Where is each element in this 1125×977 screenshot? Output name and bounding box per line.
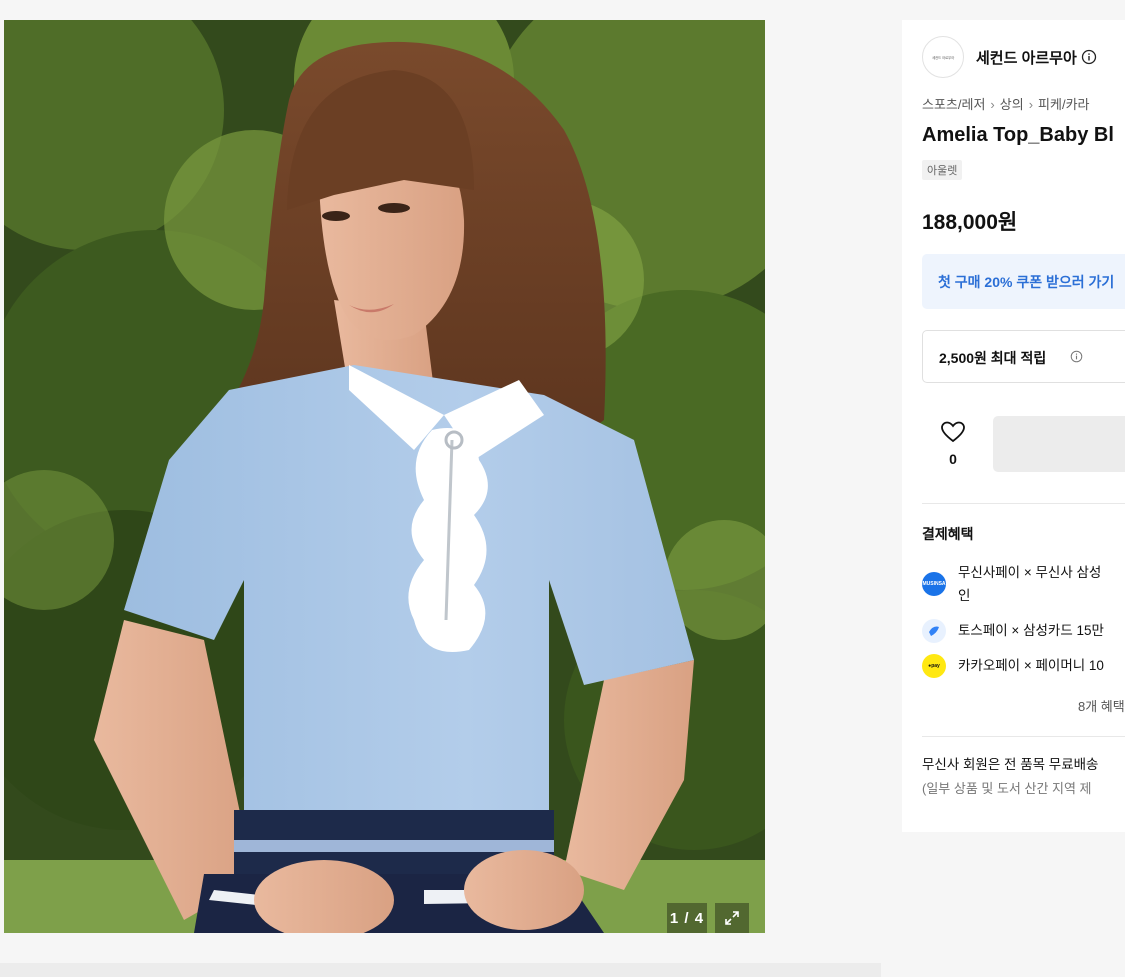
- membership-shipping-text: 무신사 회원은 전 품목 무료배송: [922, 757, 1099, 772]
- points-text: 2,500원 최대 적립: [939, 350, 1047, 366]
- info-icon[interactable]: [1081, 49, 1097, 65]
- benefit-text: 인: [958, 588, 971, 603]
- benefit-item[interactable]: ●pay 카카오페이 × 페이머니 10: [922, 654, 1104, 678]
- divider: [922, 736, 1125, 737]
- buy-button[interactable]: [993, 416, 1125, 472]
- membership-shipping-note: (일부 상품 및 도서 산간 지역 제: [922, 781, 1092, 796]
- first-purchase-coupon-banner[interactable]: 첫 구매 20% 쿠폰 받으러 가기: [922, 254, 1125, 309]
- product-price: 188,000원: [922, 211, 1018, 234]
- brand-logo[interactable]: 세컨드 아르무아: [922, 36, 964, 78]
- benefit-text: 카카오페이 × 페이머니 10: [958, 658, 1104, 673]
- breadcrumb: 스포츠/레저 › 상의 › 피케/카라: [922, 94, 1089, 113]
- kakao-pay-icon: ●pay: [922, 654, 946, 678]
- product-info-panel: 세컨드 아르무아 세컨드 아르무아 스포츠/레저 › 상의 › 피케/카라 Amelia…: [902, 20, 1125, 832]
- breadcrumb-item[interactable]: 상의: [1000, 97, 1024, 112]
- product-photo: [4, 20, 765, 933]
- points-box[interactable]: 2,500원 최대 적립: [922, 330, 1125, 383]
- toss-pay-icon: [922, 619, 946, 643]
- next-section-strip: [0, 963, 881, 977]
- heart-icon: [941, 421, 965, 443]
- like-button[interactable]: 0: [938, 420, 968, 467]
- brand-name[interactable]: 세컨드 아르무아: [976, 47, 1077, 68]
- brand-logo-text: 세컨드 아르무아: [931, 56, 955, 60]
- outlet-tag: 아울렛: [922, 160, 963, 180]
- expand-icon[interactable]: [715, 903, 749, 933]
- benefit-item[interactable]: MUSINSA 무신사페이 × 무신사 삼성 인: [922, 561, 1101, 607]
- image-counter: 1 / 4: [667, 903, 707, 933]
- benefit-text: 토스페이 × 삼성카드 15만: [958, 623, 1104, 638]
- breadcrumb-item[interactable]: 스포츠/레저: [922, 97, 985, 112]
- musinsa-pay-icon: MUSINSA: [922, 572, 946, 596]
- product-image[interactable]: 1 / 4: [4, 20, 765, 933]
- coupon-text: 첫 구매 20% 쿠폰 받으러 가기: [938, 274, 1115, 290]
- product-title: Amelia Top_Baby Bl: [922, 124, 1114, 146]
- benefit-item[interactable]: 토스페이 × 삼성카드 15만: [922, 619, 1104, 643]
- more-benefits-link[interactable]: 8개 혜택: [1078, 696, 1125, 715]
- like-count: 0: [949, 451, 957, 467]
- payment-benefits-title: 결제혜택: [922, 526, 974, 542]
- chevron-right-icon: ›: [990, 97, 995, 112]
- info-icon[interactable]: [1070, 350, 1083, 363]
- brand-row[interactable]: 세컨드 아르무아 세컨드 아르무아: [922, 36, 1097, 78]
- breadcrumb-item[interactable]: 피케/카라: [1038, 97, 1089, 112]
- chevron-right-icon: ›: [1028, 97, 1034, 112]
- benefit-text: 무신사페이 × 무신사 삼성: [958, 565, 1102, 580]
- divider: [922, 503, 1125, 504]
